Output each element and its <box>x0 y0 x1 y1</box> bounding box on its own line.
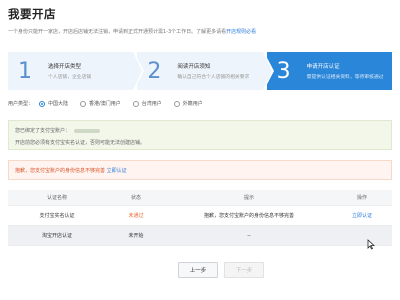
table-row: 淘宝开店认证 未开始 -- <box>8 226 392 246</box>
alipay-requirement-line: 开店前您必须有支付宝实名认证，否则可能无法创建店铺。 <box>15 140 146 146</box>
verification-table: 认证名称 状态 提示 操作 支付宝实名认证 未通过 抱歉，您支付宝账户的身份信息… <box>8 190 392 246</box>
step-3: 3 申请开店认证 需提供认证相关资料，等待审核通过 <box>266 52 392 90</box>
step-1-subtitle: 个人店铺，企业店铺 <box>48 75 92 80</box>
step-1: 1 选择开店类型 个人店铺，企业店铺 <box>8 52 145 90</box>
user-type-label: 用户类型： <box>8 101 34 107</box>
table-header: 认证名称 状态 提示 操作 <box>8 190 392 206</box>
row-name: 支付宝实名认证 <box>39 213 75 219</box>
next-step-button[interactable]: 下一步 <box>224 262 264 278</box>
verification-warning: 抱歉，您支付宝账户的身份信息不够完善 立即认证 <box>8 160 392 180</box>
radio-unchecked-icon <box>80 100 87 107</box>
radio-hk-macau[interactable]: 香港/澳门用户 <box>80 100 121 107</box>
user-type-selector: 用户类型： 中国大陆 香港/澳门用户 台湾用户 外籍用户 <box>8 100 215 107</box>
step-1-number: 1 <box>18 58 32 84</box>
row-name: 淘宝开店认证 <box>41 233 72 239</box>
step-2: 2 阅读开店须知 确认自己符合个人店铺的相关要求 <box>137 52 274 90</box>
radio-unchecked-icon <box>132 100 139 107</box>
step-2-subtitle: 确认自己符合个人店铺的相关要求 <box>177 75 250 80</box>
alipay-bound-line: 您已绑定了支付宝账户： <box>15 127 385 134</box>
step-3-title: 申请开店认证 <box>306 64 340 70</box>
intro-text: 一个身份只能开一家店，开店后店铺无法注销，申请到正式开通预计需1-3个工作日。了… <box>8 28 256 35</box>
radio-foreign[interactable]: 外籍用户 <box>173 100 203 107</box>
row-status: 未开始 <box>128 233 144 239</box>
rules-link[interactable]: 开店规则必看 <box>226 29 256 35</box>
step-3-subtitle: 需提供认证相关资料，等待审核通过 <box>306 75 384 80</box>
warning-text: 抱歉，您支付宝账户的身份信息不够完善 <box>15 168 106 174</box>
header-status: 状态 <box>130 195 141 201</box>
radio-checked-icon <box>39 100 46 107</box>
step-3-number: 3 <box>276 58 291 84</box>
previous-step-button[interactable]: 上一步 <box>178 262 218 278</box>
intro-description: 一个身份只能开一家店，开店后店铺无法注销，申请到正式开通预计需1-3个工作日。了… <box>8 29 227 35</box>
masked-account <box>74 128 101 133</box>
step-2-number: 2 <box>147 58 162 84</box>
step-1-title: 选择开店类型 <box>48 64 82 70</box>
step-2-title: 阅读开店须知 <box>177 64 211 70</box>
step-progress: 1 选择开店类型 个人店铺，企业店铺 2 阅读开店须知 确认自己符合个人店铺的相… <box>8 52 392 90</box>
header-action: 操作 <box>356 195 367 201</box>
table-row: 支付宝实名认证 未通过 抱歉，您支付宝账户的身份信息不够完善 立即认证 <box>8 206 392 226</box>
radio-unchecked-icon <box>173 100 180 107</box>
row-status: 未通过 <box>128 213 144 219</box>
row-tip: 抱歉，您支付宝账户的身份信息不够完善 <box>203 213 294 219</box>
header-tip: 提示 <box>243 195 254 201</box>
mouse-cursor-icon <box>367 239 376 252</box>
alipay-bound-notice: 您已绑定了支付宝账户： 开店前您必须有支付宝实名认证，否则可能无法创建店铺。 <box>8 120 392 150</box>
header-name: 认证名称 <box>46 195 67 201</box>
radio-taiwan[interactable]: 台湾用户 <box>132 100 162 107</box>
radio-mainland[interactable]: 中国大陆 <box>39 100 68 107</box>
row-tip: -- <box>247 232 251 239</box>
page-title: 我要开店 <box>8 7 56 21</box>
verify-now-link[interactable]: 立即认证 <box>107 168 127 174</box>
row-verify-link[interactable]: 立即认证 <box>332 212 392 219</box>
